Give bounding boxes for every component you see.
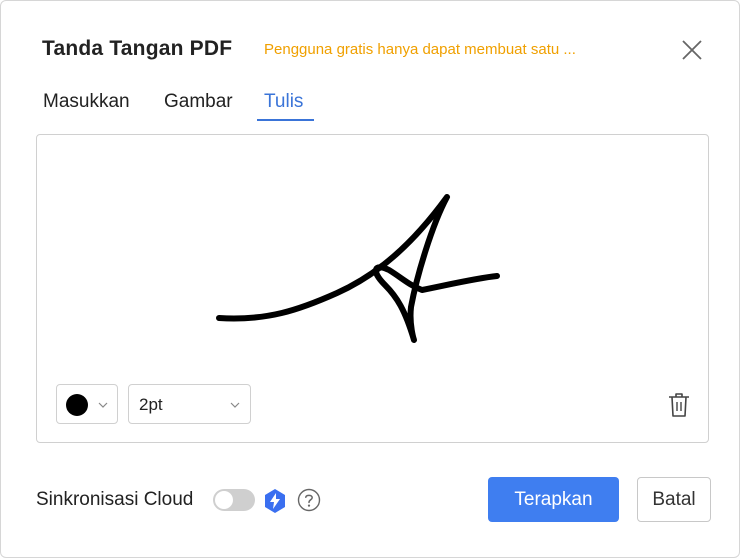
tab-gambar[interactable]: Gambar [164, 91, 233, 113]
pen-color-swatch [66, 394, 88, 416]
chevron-down-icon [98, 402, 108, 408]
cloud-sync-toggle[interactable] [213, 489, 255, 511]
apply-button[interactable]: Terapkan [488, 477, 619, 522]
toggle-knob [215, 491, 233, 509]
cloud-sync-label: Sinkronisasi Cloud [36, 489, 194, 510]
active-tab-indicator [257, 119, 314, 121]
signature-dialog: Tanda Tangan PDF Pengguna gratis hanya d… [0, 0, 740, 558]
close-icon[interactable] [680, 38, 704, 62]
pen-size-value: 2pt [139, 395, 163, 414]
question-icon[interactable] [297, 488, 321, 512]
tab-masukkan[interactable]: Masukkan [43, 91, 130, 113]
trash-icon[interactable] [667, 392, 691, 418]
bolt-icon [265, 489, 285, 513]
chevron-down-icon [230, 402, 240, 408]
signature-canvas[interactable]: 2pt [36, 134, 709, 443]
tab-tulis[interactable]: Tulis [264, 91, 303, 113]
pen-size-select[interactable]: 2pt [128, 384, 251, 424]
pen-color-picker[interactable] [56, 384, 118, 424]
dialog-title: Tanda Tangan PDF [42, 37, 233, 60]
free-user-notice: Pengguna gratis hanya dapat membuat satu… [264, 41, 576, 58]
cancel-button[interactable]: Batal [637, 477, 711, 522]
